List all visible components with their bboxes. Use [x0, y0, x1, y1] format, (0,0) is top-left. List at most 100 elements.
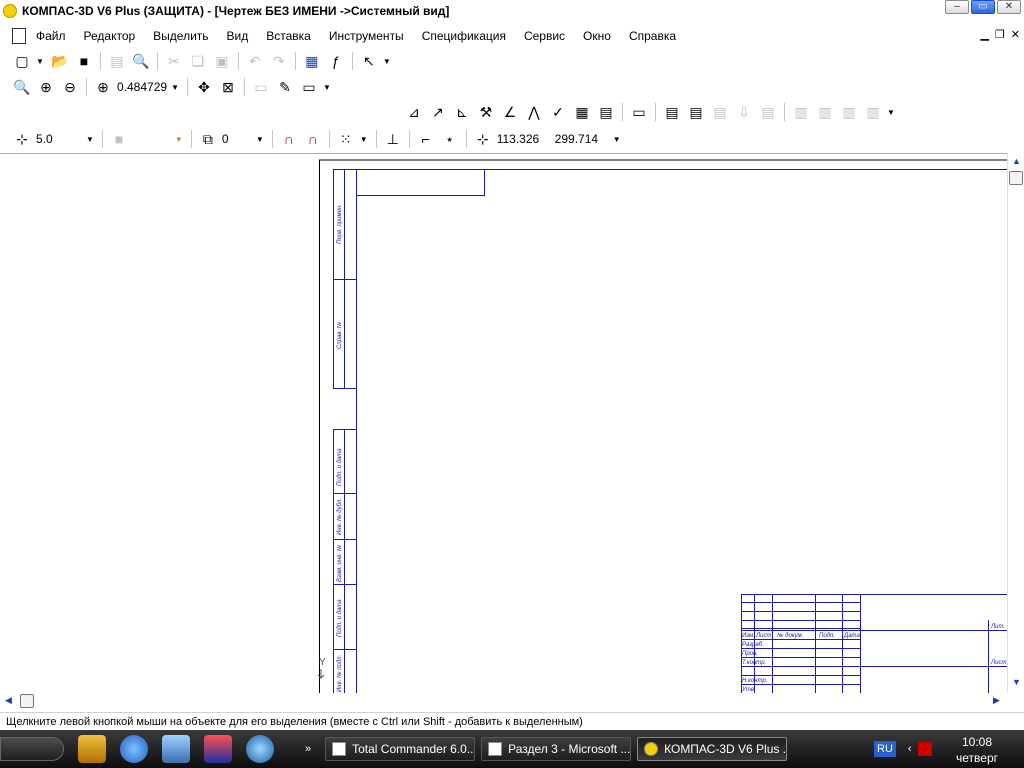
- menu-select[interactable]: Выделить: [153, 29, 208, 43]
- pan-icon[interactable]: ✥: [194, 77, 214, 97]
- drawing-canvas[interactable]: Перв. примен. Справ. № Подп. и дата Инв.…: [0, 153, 1008, 694]
- tray-expand-icon[interactable]: ‹: [908, 743, 912, 755]
- inactive-tool-icon[interactable]: ▥: [815, 102, 835, 122]
- snap-magnet-icon[interactable]: ∩: [279, 129, 299, 149]
- layer-manager-icon[interactable]: ▤: [662, 102, 682, 122]
- view-state-icon[interactable]: ■: [109, 129, 129, 149]
- coords-dropdown-icon[interactable]: ▼: [613, 135, 621, 144]
- cut-icon[interactable]: ✂: [164, 51, 184, 71]
- menu-editor[interactable]: Редактор: [84, 29, 136, 43]
- scroll-up-icon[interactable]: ▲: [1012, 156, 1021, 166]
- scroll-right-icon[interactable]: ▶: [993, 695, 1000, 706]
- vertical-scrollbar[interactable]: ▲ ▼: [1007, 153, 1024, 693]
- editing-icon[interactable]: ⚒: [476, 102, 496, 122]
- clock[interactable]: 10:08 четверг: [956, 734, 998, 766]
- inactive-tool-icon[interactable]: ▥: [791, 102, 811, 122]
- mdi-minimize-icon[interactable]: ▁: [980, 28, 988, 41]
- menu-specification[interactable]: Спецификация: [422, 29, 506, 43]
- help-dropdown-icon[interactable]: ▼: [383, 57, 391, 66]
- task-kompas[interactable]: КОМПАС-3D V6 Plus ...: [637, 737, 788, 761]
- refresh-icon[interactable]: ▭: [251, 77, 271, 97]
- tools-dropdown-icon[interactable]: ▼: [887, 108, 895, 117]
- kompas-app-icon[interactable]: [3, 4, 17, 18]
- winamp-icon[interactable]: [78, 735, 106, 763]
- coord-x-field[interactable]: 113.326: [497, 132, 551, 146]
- inactive-tool-icon[interactable]: ⇩: [734, 102, 754, 122]
- close-button[interactable]: ✕: [997, 0, 1021, 14]
- grid-icon[interactable]: ⁙: [336, 129, 356, 149]
- display-mode-dropdown-icon[interactable]: ▼: [323, 83, 331, 92]
- function-icon[interactable]: ƒ: [326, 51, 346, 71]
- local-snap-icon[interactable]: ∩: [303, 129, 323, 149]
- internet-explorer-icon[interactable]: [120, 735, 148, 763]
- print-icon[interactable]: ▤: [107, 51, 127, 71]
- layer-field[interactable]: 0: [222, 132, 252, 146]
- rebuild-icon[interactable]: ✎: [275, 77, 295, 97]
- layer-state-icon[interactable]: ▤: [686, 102, 706, 122]
- new-document-icon[interactable]: ▢: [12, 51, 32, 71]
- task-total-commander[interactable]: Total Commander 6.0...: [325, 737, 476, 761]
- designations-icon[interactable]: ⊾: [452, 102, 472, 122]
- parametrization-icon[interactable]: ∠: [500, 102, 520, 122]
- step-dropdown-icon[interactable]: ▼: [86, 135, 94, 144]
- print-preview-icon[interactable]: 🔍: [131, 51, 151, 71]
- associative-views-icon[interactable]: ▦: [572, 102, 592, 122]
- maximize-button[interactable]: ▭: [971, 0, 995, 14]
- ortho-icon[interactable]: ⌐: [416, 129, 436, 149]
- menu-help[interactable]: Справка: [629, 29, 676, 43]
- context-help-icon[interactable]: ↖: [359, 51, 379, 71]
- round-icon[interactable]: ⋆: [440, 129, 460, 149]
- calculator-icon[interactable]: ▦: [302, 51, 322, 71]
- quicklaunch-expand-icon[interactable]: »: [305, 743, 311, 755]
- menu-file[interactable]: Файл: [36, 29, 66, 43]
- view-dropdown-icon[interactable]: ▼: [175, 135, 183, 144]
- step-field[interactable]: 5.0: [36, 132, 82, 146]
- vertical-scroll-thumb[interactable]: [1009, 171, 1023, 185]
- horizontal-scroll-thumb[interactable]: [20, 694, 34, 708]
- floppy-icon[interactable]: [204, 735, 232, 763]
- menu-window[interactable]: Окно: [583, 29, 611, 43]
- coord-y-field[interactable]: 299.714: [555, 132, 609, 146]
- zoom-window-icon[interactable]: 🔍: [12, 77, 32, 97]
- menu-service[interactable]: Сервис: [524, 29, 565, 43]
- view-manager-icon[interactable]: ▭: [629, 102, 649, 122]
- menu-tools[interactable]: Инструменты: [329, 29, 404, 43]
- menu-view[interactable]: Вид: [227, 29, 249, 43]
- save-icon[interactable]: ■: [74, 51, 94, 71]
- inactive-tool-icon[interactable]: ▤: [758, 102, 778, 122]
- show-all-icon[interactable]: ⊠: [218, 77, 238, 97]
- grid-dropdown-icon[interactable]: ▼: [360, 135, 368, 144]
- menu-insert[interactable]: Вставка: [266, 29, 311, 43]
- start-button[interactable]: [0, 737, 64, 761]
- scroll-down-icon[interactable]: ▼: [1012, 677, 1021, 687]
- selection-icon[interactable]: ✓: [548, 102, 568, 122]
- zoom-dropdown-icon[interactable]: ▼: [171, 83, 179, 92]
- network-icon[interactable]: [246, 735, 274, 763]
- mdi-close-icon[interactable]: ✕: [1011, 28, 1020, 41]
- layer-dropdown-icon[interactable]: ▼: [256, 135, 264, 144]
- display-mode-icon[interactable]: ▭: [299, 77, 319, 97]
- inactive-tool-icon[interactable]: ▤: [710, 102, 730, 122]
- task-word[interactable]: Раздел 3 - Microsoft ...: [481, 737, 632, 761]
- language-indicator[interactable]: RU: [874, 741, 896, 757]
- zoom-out-icon[interactable]: ⊖: [60, 77, 80, 97]
- zoom-scale-icon[interactable]: ⊕: [93, 77, 113, 97]
- copy-icon[interactable]: ❏: [188, 51, 208, 71]
- specification-icon[interactable]: ▤: [596, 102, 616, 122]
- redo-icon[interactable]: ↷: [269, 51, 289, 71]
- minimize-button[interactable]: –: [945, 0, 969, 14]
- mdi-restore-icon[interactable]: ❐: [995, 28, 1005, 41]
- geometry-icon[interactable]: ⊿: [404, 102, 424, 122]
- undo-icon[interactable]: ↶: [245, 51, 265, 71]
- antivirus-icon[interactable]: [917, 742, 932, 756]
- document-icon[interactable]: [12, 28, 26, 44]
- inactive-tool-icon[interactable]: ▥: [863, 102, 883, 122]
- new-dropdown-icon[interactable]: ▼: [36, 57, 44, 66]
- horizontal-scrollbar[interactable]: ◀ ▶: [0, 693, 1008, 710]
- scroll-left-icon[interactable]: ◀: [5, 695, 12, 706]
- open-folder-icon[interactable]: 📂: [50, 51, 70, 71]
- zoom-in-icon[interactable]: ⊕: [36, 77, 56, 97]
- paste-icon[interactable]: ▣: [212, 51, 232, 71]
- inactive-tool-icon[interactable]: ▥: [839, 102, 859, 122]
- dimensions-icon[interactable]: ↗: [428, 102, 448, 122]
